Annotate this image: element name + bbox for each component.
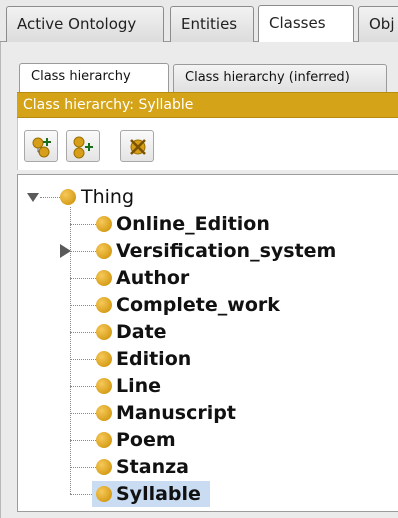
tree-item-syllable[interactable]: Syllable xyxy=(116,481,201,507)
classes-panel: Class hierarchy Class hierarchy (inferre… xyxy=(0,42,398,518)
add-sibling-class-icon xyxy=(73,136,93,159)
class-bullet-icon xyxy=(96,243,112,259)
tab-label: Entities xyxy=(181,15,238,33)
tab-class-hierarchy-inferred[interactable]: Class hierarchy (inferred) xyxy=(173,64,387,92)
tree-root-expander-icon[interactable] xyxy=(27,193,39,202)
delete-class-button[interactable] xyxy=(120,130,154,162)
class-bullet-icon xyxy=(96,351,112,367)
tree-connector xyxy=(70,305,96,306)
tree-item-date[interactable]: Date xyxy=(116,319,167,345)
tree-connector xyxy=(70,359,96,360)
tree-connector xyxy=(70,440,96,441)
hierarchy-toolbar xyxy=(17,118,398,170)
tree-item-manuscript[interactable]: Manuscript xyxy=(116,400,236,426)
tree-item-online-edition[interactable]: Online_Edition xyxy=(116,211,270,237)
tab-label: Obj xyxy=(369,15,395,33)
class-bullet-icon xyxy=(96,486,112,502)
tab-class-hierarchy[interactable]: Class hierarchy xyxy=(19,63,169,92)
tree-connector xyxy=(70,413,96,414)
add-subclass-button[interactable] xyxy=(24,130,58,162)
tab-label: Classes xyxy=(269,14,326,32)
tree-connector xyxy=(70,224,96,225)
class-bullet-icon xyxy=(96,405,112,421)
tab-entities[interactable]: Entities xyxy=(170,6,254,42)
tab-label: Class hierarchy xyxy=(31,69,131,84)
tree-item-line[interactable]: Line xyxy=(116,373,161,399)
tab-object-properties[interactable]: Obj xyxy=(358,6,398,42)
tree-connector xyxy=(70,332,96,333)
tree-item-author[interactable]: Author xyxy=(116,265,189,291)
tab-active-ontology[interactable]: Active Ontology xyxy=(6,6,164,42)
tree-connector xyxy=(70,278,96,279)
workspace-tab-bar: Active Ontology Entities Classes Obj xyxy=(0,0,398,42)
add-sibling-class-button[interactable] xyxy=(66,130,100,162)
tree-item-complete-work[interactable]: Complete_work xyxy=(116,292,280,318)
tree-connector xyxy=(70,251,96,252)
class-bullet-icon xyxy=(96,459,112,475)
tree-item-edition[interactable]: Edition xyxy=(116,346,191,372)
view-title: Class hierarchy: Syllable xyxy=(23,97,194,113)
hierarchy-tab-bar: Class hierarchy Class hierarchy (inferre… xyxy=(17,62,398,92)
tree-item-stanza[interactable]: Stanza xyxy=(116,454,189,480)
class-bullet-icon xyxy=(96,216,112,232)
class-bullet-icon xyxy=(96,378,112,394)
tree-item-poem[interactable]: Poem xyxy=(116,427,176,453)
tree-connector xyxy=(70,467,96,468)
tab-label: Active Ontology xyxy=(17,15,137,33)
tree-item-versification-system[interactable]: Versification_system xyxy=(116,238,336,264)
add-subclass-icon xyxy=(32,137,51,158)
view-title-bar: Class hierarchy: Syllable xyxy=(17,92,398,118)
tree-connector xyxy=(40,197,60,198)
tree-connector xyxy=(70,386,96,387)
class-bullet-icon xyxy=(60,189,76,205)
delete-class-icon xyxy=(130,139,146,155)
tree-root-label[interactable]: Thing xyxy=(81,184,134,210)
tab-label: Class hierarchy (inferred) xyxy=(185,70,350,85)
class-bullet-icon xyxy=(96,432,112,448)
class-bullet-icon xyxy=(96,324,112,340)
tab-classes[interactable]: Classes xyxy=(258,5,354,42)
expand-arrow-icon[interactable] xyxy=(60,244,71,258)
class-bullet-icon xyxy=(96,270,112,286)
class-bullet-icon xyxy=(96,297,112,313)
class-hierarchy-tree: Thing Online_Edition Versification_syste… xyxy=(17,174,398,512)
